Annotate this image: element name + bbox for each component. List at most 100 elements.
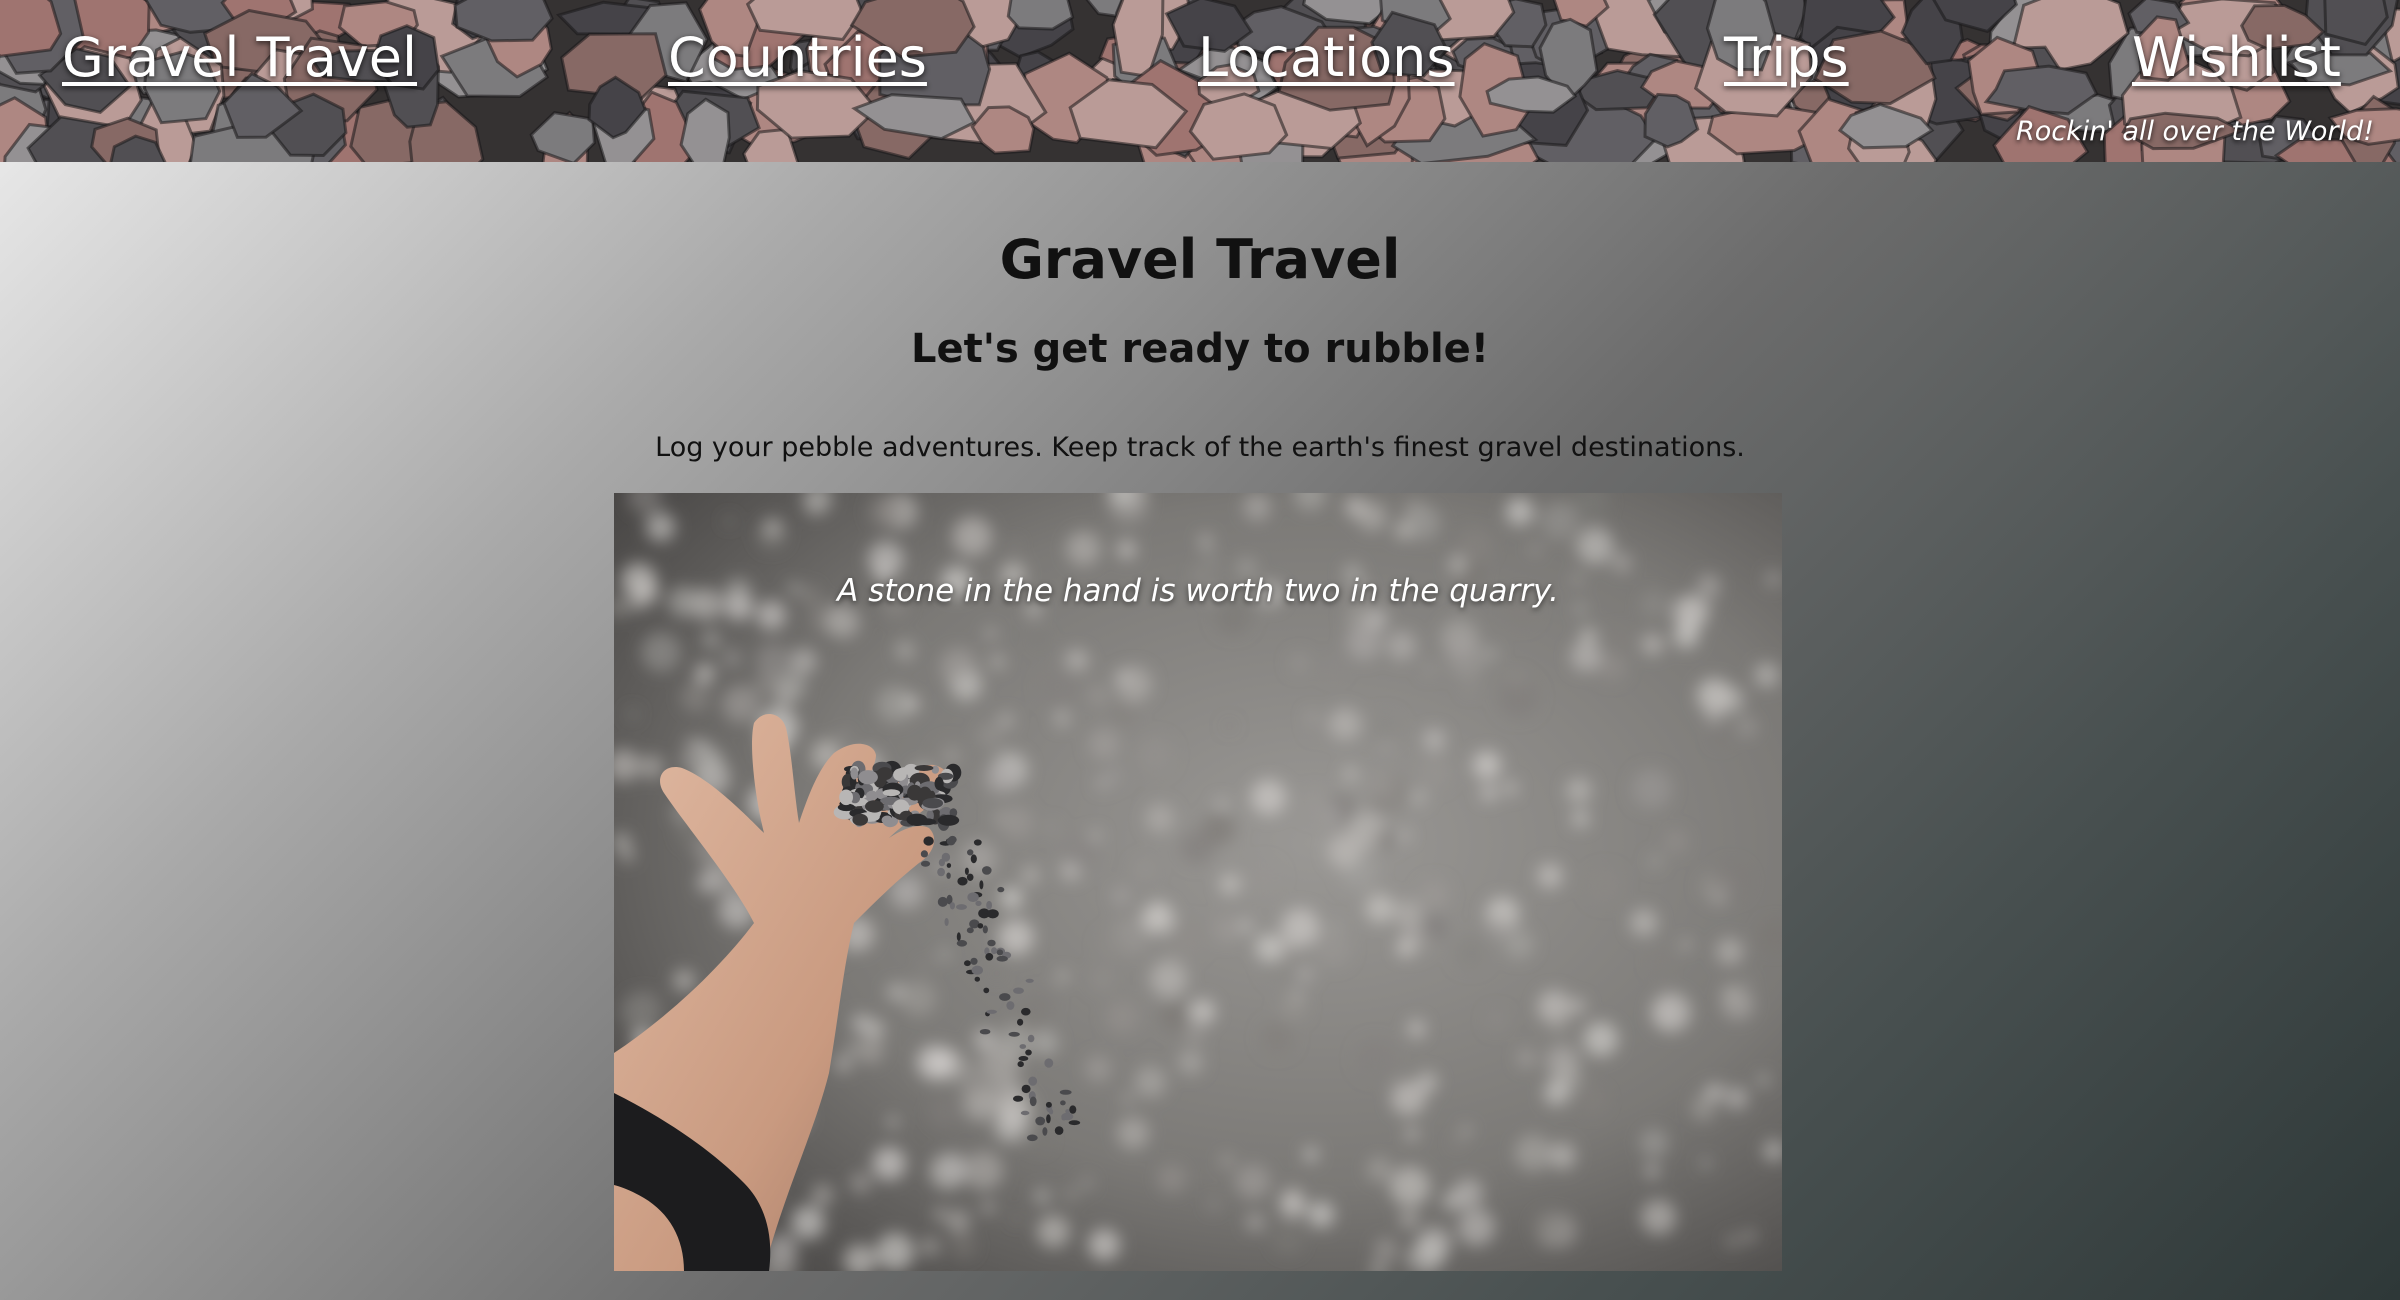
blurred-gravel <box>1598 653 1626 681</box>
falling-pebble <box>1013 987 1024 994</box>
blurred-gravel <box>1177 1049 1204 1075</box>
blurred-gravel <box>646 512 676 542</box>
blurred-gravel <box>1390 1080 1426 1116</box>
falling-pebble <box>983 987 990 994</box>
blurred-gravel <box>1062 834 1100 872</box>
pebble <box>865 800 884 813</box>
blurred-gravel <box>940 647 977 685</box>
blurred-gravel <box>1369 713 1401 745</box>
blurred-gravel <box>1279 994 1306 1021</box>
blurred-gravel <box>1608 626 1631 649</box>
blurred-gravel <box>790 648 817 675</box>
blurred-gravel <box>680 682 711 713</box>
blurred-gravel <box>1645 1164 1659 1178</box>
blurred-gravel <box>1142 902 1174 933</box>
blurred-gravel <box>673 969 695 992</box>
blurred-gravel <box>1112 887 1130 905</box>
blurred-gravel <box>1316 932 1350 967</box>
blurred-gravel <box>1367 771 1394 799</box>
blurred-gravel <box>856 1036 885 1065</box>
blurred-gravel <box>939 950 949 959</box>
blurred-gravel <box>1344 496 1366 518</box>
blurred-gravel <box>1417 754 1452 788</box>
blurred-gravel <box>1121 1093 1134 1105</box>
blurred-gravel <box>1150 960 1188 998</box>
blurred-gravel <box>1145 803 1175 833</box>
blurred-gravel <box>1454 936 1487 969</box>
blurred-gravel <box>1226 849 1237 860</box>
blurred-gravel <box>776 671 807 701</box>
nav-link-locations[interactable]: Locations <box>1198 22 1455 94</box>
pebble <box>937 814 960 826</box>
falling-pebble <box>1019 1044 1027 1049</box>
blurred-gravel <box>1611 552 1632 573</box>
falling-pebble <box>1060 1100 1066 1106</box>
falling-pebble <box>937 867 945 877</box>
blurred-gravel <box>1394 899 1422 928</box>
falling-pebble <box>991 947 998 955</box>
blurred-gravel <box>1034 1188 1051 1205</box>
blurred-gravel <box>1084 1055 1112 1082</box>
blurred-gravel <box>1754 662 1780 688</box>
hero-image: A stone in the hand is worth two in the … <box>614 493 1782 1271</box>
blurred-gravel <box>1158 1000 1191 1032</box>
blurred-gravel <box>920 1237 940 1256</box>
falling-pebble <box>986 900 992 910</box>
blurred-gravel <box>1457 1208 1496 1247</box>
falling-pebble <box>957 876 968 886</box>
nav-link-gravel-travel[interactable]: Gravel Travel <box>62 22 417 94</box>
blurred-gravel <box>1054 711 1070 727</box>
blurred-gravel <box>904 696 919 711</box>
blurred-gravel <box>1306 711 1317 722</box>
blurred-gravel <box>1090 830 1101 841</box>
falling-pebble <box>977 923 984 929</box>
blurred-gravel <box>1343 767 1358 782</box>
blurred-gravel <box>1472 751 1501 780</box>
blurred-gravel <box>1396 1253 1412 1269</box>
blurred-gravel <box>998 712 1014 728</box>
pebble <box>893 768 907 781</box>
blurred-gravel <box>1743 1229 1757 1243</box>
blurred-gravel <box>1235 1164 1271 1200</box>
blurred-gravel <box>1066 531 1101 566</box>
blurred-gravel <box>1566 777 1592 804</box>
falling-pebble <box>1042 1127 1048 1136</box>
blurred-gravel <box>1517 1049 1536 1068</box>
blurred-gravel <box>639 754 664 780</box>
falling-pebble <box>997 886 1005 893</box>
falling-pebble <box>923 836 934 846</box>
blurred-gravel <box>1465 681 1477 693</box>
falling-pebble <box>975 900 982 906</box>
blurred-gravel <box>933 1207 947 1221</box>
blurred-gravel <box>1061 650 1080 668</box>
falling-pebble <box>970 854 977 864</box>
blurred-gravel <box>916 1045 952 1080</box>
blurred-gravel <box>887 1116 899 1128</box>
blurred-gravel <box>1405 1127 1418 1140</box>
blurred-gravel <box>983 762 1016 795</box>
blurred-gravel <box>1578 1086 1607 1115</box>
falling-pebble <box>1068 1120 1081 1126</box>
falling-pebble <box>1048 1109 1054 1115</box>
blurred-gravel <box>1225 620 1238 634</box>
blurred-gravel <box>1529 543 1541 555</box>
blurred-gravel <box>1260 1021 1294 1054</box>
falling-pebble <box>986 909 999 919</box>
blurred-gravel <box>1390 1166 1430 1207</box>
blurred-gravel <box>1713 862 1750 900</box>
blurred-gravel <box>1700 1158 1711 1169</box>
nav-link-wishlist[interactable]: Wishlist <box>2132 22 2341 94</box>
blurred-gravel <box>1548 1013 1568 1033</box>
blurred-gravel <box>956 1060 994 1098</box>
blurred-gravel <box>1407 1020 1426 1038</box>
falling-pebble <box>920 850 928 858</box>
blurred-gravel <box>1243 493 1271 521</box>
blurred-gravel <box>1641 1199 1676 1235</box>
falling-pebble <box>1018 1056 1029 1061</box>
falling-pebble <box>1013 1095 1024 1102</box>
falling-pebble <box>1029 1096 1037 1107</box>
nav-link-trips[interactable]: Trips <box>1724 22 1849 94</box>
blurred-gravel <box>1419 880 1449 910</box>
falling-pebble <box>1026 1134 1038 1142</box>
nav-link-countries[interactable]: Countries <box>668 22 927 94</box>
